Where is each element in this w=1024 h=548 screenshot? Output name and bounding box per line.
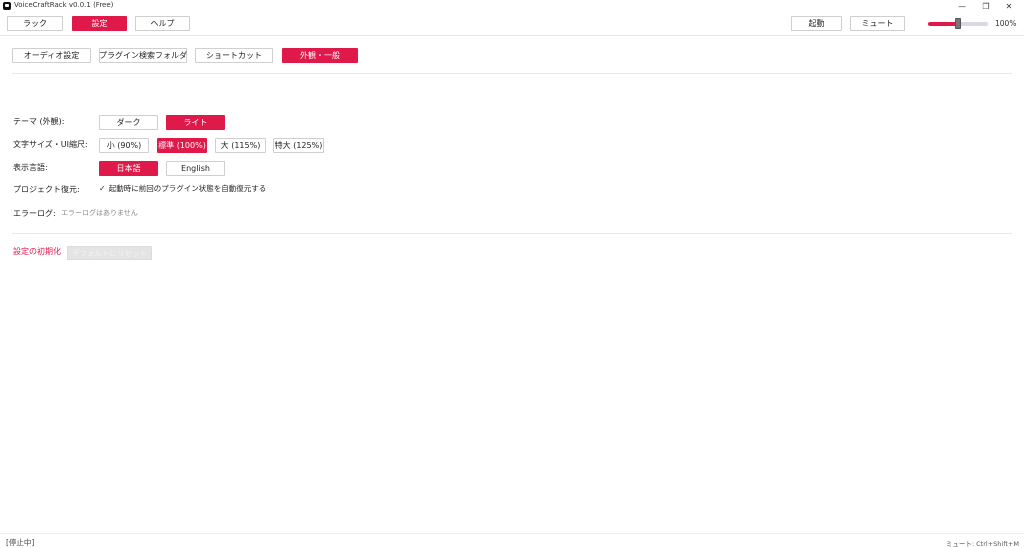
font-size-standard-button[interactable]: 標準 (100%) [157, 138, 207, 153]
language-label: 表示言語: [13, 163, 48, 172]
tab-appearance-general[interactable]: 外観・一般 [282, 48, 358, 63]
window-title: VoiceCraftRack v0.0.1 (Free) [14, 1, 114, 9]
reset-settings-label: 設定の初期化 [13, 247, 61, 256]
start-button[interactable]: 起動 [791, 16, 842, 31]
section-divider [12, 73, 1012, 74]
mute-button[interactable]: ミュート [850, 16, 905, 31]
font-size-small-button[interactable]: 小 (90%) [99, 138, 149, 153]
volume-slider[interactable] [928, 18, 988, 29]
engine-status: [停止中] [6, 538, 35, 547]
theme-label: テーマ (外観): [13, 117, 65, 126]
font-size-label: 文字サイズ・UI縮尺: [13, 140, 88, 149]
section-divider [12, 233, 1012, 234]
project-restore-checkbox-label: 起動時に前回のプラグイン状態を自動復元する [108, 184, 267, 193]
project-restore-checkbox[interactable]: ✓ 起動時に前回のプラグイン状態を自動復元する [99, 183, 266, 194]
theme-dark-button[interactable]: ダーク [99, 115, 158, 130]
close-icon[interactable]: ✕ [998, 0, 1020, 12]
mute-shortcut-hint: ミュート: Ctrl+Shift+M [945, 540, 1019, 548]
language-english-button[interactable]: English [166, 161, 225, 176]
tab-rack[interactable]: ラック [7, 16, 63, 31]
maximize-icon[interactable]: ❐ [975, 0, 997, 12]
volume-slider-thumb[interactable] [955, 18, 961, 29]
minimize-icon[interactable]: — [951, 0, 973, 12]
title-bar: VoiceCraftRack v0.0.1 (Free) — ❐ ✕ [0, 0, 1024, 12]
reset-defaults-button[interactable]: デフォルトにリセット [67, 246, 152, 260]
tab-settings[interactable]: 設定 [72, 16, 127, 31]
tab-shortcuts[interactable]: ショートカット [195, 48, 273, 63]
volume-slider-fill [928, 22, 958, 26]
tab-plugin-folders[interactable]: プラグイン検索フォルダ [99, 48, 187, 63]
volume-label: 100% [995, 19, 1017, 28]
check-icon: ✓ [99, 184, 106, 193]
font-size-xlarge-button[interactable]: 特大 (125%) [273, 138, 324, 153]
font-size-large-button[interactable]: 大 (115%) [215, 138, 266, 153]
app-icon [3, 2, 11, 10]
error-log-label: エラーログ: [13, 209, 56, 218]
tab-audio-settings[interactable]: オーディオ設定 [12, 48, 91, 63]
tab-help[interactable]: ヘルプ [135, 16, 190, 31]
error-log-value: エラーログはありません [61, 209, 138, 217]
status-bar: [停止中] ミュート: Ctrl+Shift+M [0, 533, 1024, 548]
project-restore-label: プロジェクト復元: [13, 185, 80, 194]
language-japanese-button[interactable]: 日本語 [99, 161, 158, 176]
theme-light-button[interactable]: ライト [166, 115, 225, 130]
top-toolbar: ラック 設定 ヘルプ 起動 ミュート [0, 12, 1024, 36]
